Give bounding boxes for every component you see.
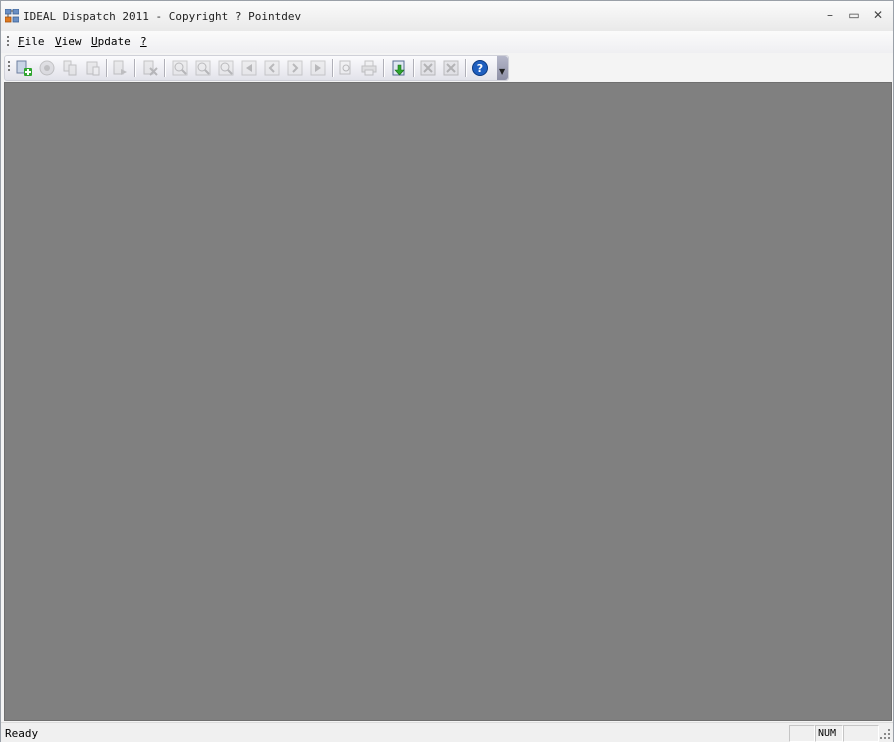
previous-icon[interactable] [263, 59, 281, 77]
close-button[interactable]: ✕ [869, 7, 887, 23]
download-icon[interactable] [390, 59, 408, 77]
menu-update[interactable]: Update [91, 35, 131, 48]
new-document-icon[interactable] [15, 59, 33, 77]
maximize-button[interactable]: ▭ [845, 7, 863, 23]
resize-grip-icon[interactable] [879, 728, 891, 740]
toolbar-separator [332, 59, 334, 77]
menu-bar: File View Update ? [1, 31, 893, 53]
toolbar-separator [413, 59, 415, 77]
toolbar-separator [465, 59, 467, 77]
minimize-button[interactable]: – [821, 7, 839, 23]
next-icon[interactable] [286, 59, 304, 77]
status-pane [789, 725, 815, 742]
toolbar-separator [383, 59, 385, 77]
record-icon[interactable] [38, 59, 56, 77]
title-bar[interactable]: IDEAL Dispatch 2011 - Copyright ? Pointd… [1, 1, 893, 32]
excel-export-icon[interactable] [419, 59, 437, 77]
toolbar-grip-icon[interactable] [8, 61, 10, 73]
last-icon[interactable] [309, 59, 327, 77]
status-text: Ready [5, 727, 39, 740]
menu-help[interactable]: ? [140, 35, 147, 48]
svg-text:?: ? [477, 62, 483, 75]
num-lock-indicator: NUM [815, 725, 843, 742]
toolbar: ? ▼ [4, 55, 509, 81]
chevron-down-icon: ▼ [499, 67, 506, 76]
excel-import-icon[interactable] [442, 59, 460, 77]
delete-icon[interactable] [141, 59, 159, 77]
status-pane [843, 725, 879, 742]
application-window: IDEAL Dispatch 2011 - Copyright ? Pointd… [0, 0, 894, 742]
toolbar-separator [134, 59, 136, 77]
toolbar-separator [106, 59, 108, 77]
help-icon[interactable]: ? [471, 59, 489, 77]
copy-icon[interactable] [61, 59, 79, 77]
status-bar: Ready NUM [1, 722, 893, 742]
toolbar-overflow-button[interactable]: ▼ [497, 56, 508, 80]
app-icon [5, 9, 19, 23]
export-icon[interactable] [111, 59, 129, 77]
preview-icon[interactable] [337, 59, 355, 77]
zoom-in-icon[interactable] [171, 59, 189, 77]
zoom-out-icon[interactable] [194, 59, 212, 77]
menu-view[interactable]: View [55, 35, 82, 48]
menubar-grip-icon[interactable] [7, 36, 9, 48]
toolbar-separator [164, 59, 166, 77]
print-icon[interactable] [360, 59, 378, 77]
zoom-icon[interactable] [217, 59, 235, 77]
mdi-client-area[interactable] [4, 82, 892, 721]
window-title: IDEAL Dispatch 2011 - Copyright ? Pointd… [23, 10, 302, 23]
first-icon[interactable] [240, 59, 258, 77]
menu-file[interactable]: File [18, 35, 45, 48]
paste-icon[interactable] [84, 59, 102, 77]
num-lock-label: NUM [818, 728, 837, 739]
